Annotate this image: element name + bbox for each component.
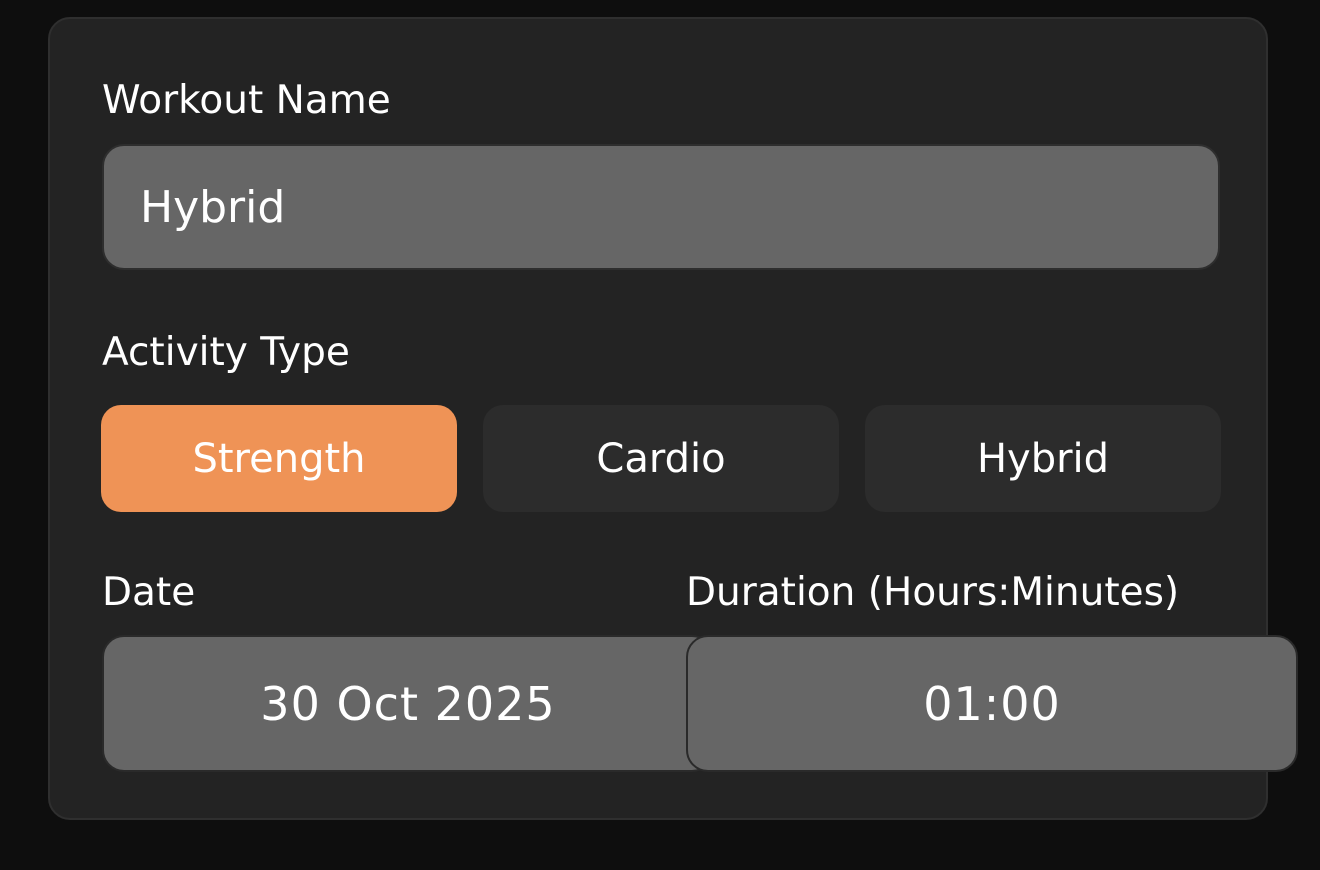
duration-label: Duration (Hours:Minutes) <box>686 570 1180 615</box>
activity-type-cardio-button[interactable]: Cardio <box>483 405 839 512</box>
activity-type-hybrid-button[interactable]: Hybrid <box>865 405 1221 512</box>
activity-type-strength-button[interactable]: Strength <box>101 405 457 512</box>
date-label: Date <box>102 570 196 615</box>
activity-type-label: Activity Type <box>102 330 350 375</box>
workout-name-label: Workout Name <box>102 78 391 123</box>
activity-type-strength-label: Strength <box>192 435 366 482</box>
date-picker[interactable]: 30 Oct 2025 <box>102 635 714 772</box>
workout-name-input[interactable] <box>102 144 1220 270</box>
activity-type-cardio-label: Cardio <box>596 435 726 482</box>
workout-form-card: Workout Name Activity Type Strength Card… <box>48 17 1298 820</box>
duration-picker[interactable]: 01:00 <box>686 635 1298 772</box>
duration-value: 01:00 <box>923 676 1061 731</box>
activity-type-hybrid-label: Hybrid <box>976 435 1110 482</box>
date-value: 30 Oct 2025 <box>260 676 556 731</box>
